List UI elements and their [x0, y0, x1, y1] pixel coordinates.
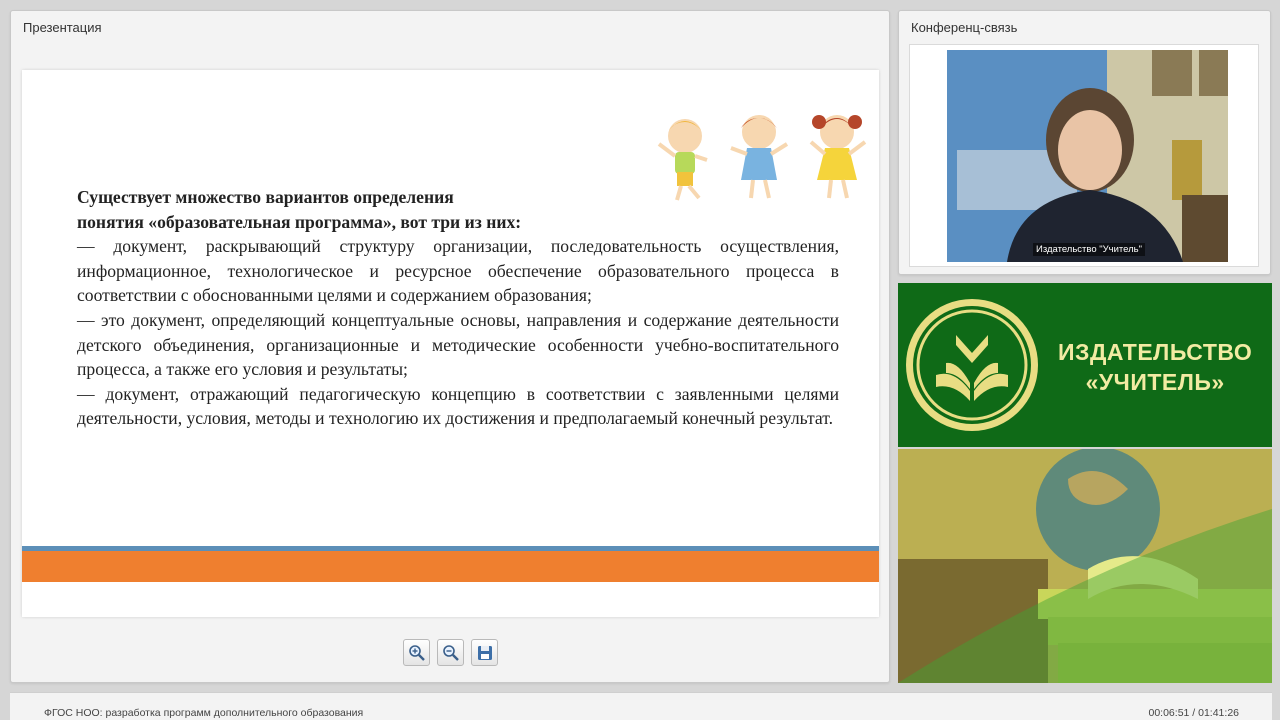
- zoom-in-icon: [408, 644, 425, 661]
- presentation-slide: Существует множество вариантов определен…: [22, 70, 879, 617]
- save-icon: [477, 645, 492, 660]
- slide-toolbar: [403, 639, 498, 666]
- speaker-video[interactable]: Издательство "Учитель": [947, 50, 1228, 262]
- publisher-logo-icon: [906, 299, 1038, 431]
- speaker-video-scene: [947, 50, 1228, 262]
- slide-definition-1: — документ, раскрывающий структуру орган…: [77, 236, 839, 306]
- presentation-panel-title: Презентация: [23, 20, 102, 35]
- zoom-out-icon: [442, 644, 459, 661]
- slide-definition-2: — это документ, определяющий концептуаль…: [77, 309, 839, 380]
- publisher-name-line1: ИЗДАТЕЛЬСТВО: [1058, 339, 1253, 365]
- conference-panel-title: Конференц-связь: [911, 20, 1018, 35]
- conference-panel: Конференц-связь Издательство "Учитель": [898, 10, 1271, 275]
- save-button[interactable]: [471, 639, 498, 666]
- zoom-out-button[interactable]: [437, 639, 464, 666]
- webinar-title: ФГОС НОО: разработка программ дополнител…: [44, 707, 364, 719]
- books-globe-image: [898, 449, 1272, 683]
- slide-body: Существует множество вариантов определен…: [77, 185, 839, 431]
- player-footer: ФГОС НОО: разработка программ дополнител…: [10, 692, 1272, 720]
- slide-heading-line2: понятия «образовательная программа», вот…: [77, 211, 522, 232]
- speaker-name-label: Издательство "Учитель": [1032, 243, 1145, 256]
- books-globe-picture: [898, 449, 1272, 683]
- slide-definition-3: — документ, отражающий педагогическую ко…: [77, 383, 839, 429]
- video-frame: Издательство "Учитель": [909, 44, 1259, 267]
- publisher-name-line2: «УЧИТЕЛЬ»: [1085, 369, 1225, 395]
- zoom-in-button[interactable]: [403, 639, 430, 666]
- presentation-panel: Презентация Существует множество вариант…: [10, 10, 890, 683]
- playback-time: 00:06:51 / 01:41:26: [1148, 707, 1240, 719]
- publisher-name: ИЗДАТЕЛЬСТВО «УЧИТЕЛЬ»: [1058, 337, 1252, 397]
- slide-heading-line1: Существует множество вариантов определен…: [77, 187, 454, 207]
- publisher-banner: ИЗДАТЕЛЬСТВО «УЧИТЕЛЬ»: [898, 283, 1272, 447]
- slide-orange-band: [22, 551, 879, 582]
